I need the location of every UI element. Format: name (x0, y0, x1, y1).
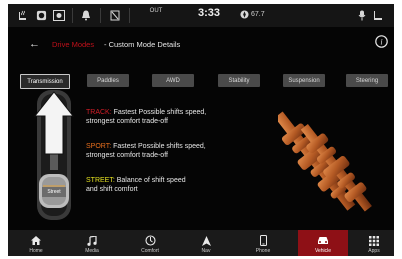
heated-seat-icon[interactable] (14, 8, 32, 23)
info-icon[interactable]: i (375, 35, 388, 53)
svg-text:i: i (380, 38, 382, 47)
shifter-graphic: Street (29, 90, 79, 230)
seatbelt-icon[interactable] (108, 8, 122, 23)
mode-desc-line2: and shift comfort (86, 186, 138, 193)
mode-desc-line2: strongest comfort trade-off (86, 152, 168, 159)
nav-label: Comfort (141, 248, 159, 254)
apps-grid-icon (369, 235, 379, 246)
nav-label: Vehicle (314, 248, 332, 254)
nav-label: Apps (368, 248, 380, 254)
mode-name-track: TRACK: (86, 109, 112, 116)
microphone-icon[interactable] (356, 8, 368, 23)
mode-desc-line2: strongest comfort trade-off (86, 118, 168, 125)
compass-readout: 67.7 (240, 10, 265, 19)
mode-desc-line1: Fastest Possible shifts speed, (113, 109, 207, 116)
tab-stability[interactable]: Stability (218, 74, 260, 87)
status-divider (129, 8, 130, 23)
nav-apps[interactable]: Apps (356, 230, 392, 256)
mode-name-sport: SPORT: (86, 143, 112, 150)
tab-steering[interactable]: Steering (346, 74, 388, 87)
status-divider (72, 8, 73, 23)
mode-description-sport: SPORT: Fastest Possible shifts speed, st… (86, 142, 206, 160)
back-arrow-icon[interactable]: ← (29, 38, 40, 50)
status-divider (100, 8, 101, 23)
phone-icon (259, 235, 267, 246)
tab-paddles[interactable]: Paddles (87, 74, 129, 87)
nav-nav[interactable]: Nav (181, 230, 231, 256)
page-title: - Custom Mode Details (104, 40, 180, 49)
music-note-icon (87, 235, 97, 246)
camera-icon[interactable] (51, 8, 67, 23)
nav-vehicle[interactable]: Vehicle (298, 230, 348, 256)
status-bar: OUT 3:33 67.7 (8, 4, 394, 27)
nav-media[interactable]: Media (67, 230, 117, 256)
clock: 3:33 (198, 7, 221, 19)
compass-value: 67.7 (251, 11, 265, 18)
vehicle-icon (317, 235, 329, 246)
notification-bell-icon[interactable] (78, 8, 94, 23)
vehicle-screen: OUT 3:33 67.7 ← Drive Modes - Custom Mod… (8, 4, 394, 256)
nav-home[interactable]: Home (11, 230, 61, 256)
nav-label: Home (29, 248, 43, 254)
tab-suspension[interactable]: Suspension (283, 74, 325, 87)
page-title-text: Custom Mode Details (108, 40, 181, 49)
nav-comfort[interactable]: Comfort (125, 230, 175, 256)
nav-label: Phone (255, 248, 271, 254)
tab-awd[interactable]: AWD (152, 74, 194, 87)
mode-description-street: STREET: Balance of shift speed and shift… (86, 176, 186, 194)
tab-transmission[interactable]: Transmission (20, 74, 70, 89)
compass-icon (240, 10, 249, 19)
mode-description-track: TRACK: Fastest Possible shifts speed, st… (86, 108, 206, 126)
shifter-selected-label: Street (47, 189, 61, 195)
nav-label: Media (85, 248, 99, 254)
mode-desc-line1: Fastest Possible shifts speed, (113, 143, 206, 150)
mode-name-street: STREET: (86, 177, 115, 184)
transmission-gears-illustration (274, 100, 378, 225)
bottom-nav-bar: Home Media Comfort Nav Phone Vehicle App… (8, 230, 394, 256)
home-icon (31, 235, 41, 246)
breadcrumb-parent[interactable]: Drive Modes (52, 40, 94, 49)
passenger-seat-icon[interactable] (371, 8, 385, 23)
mode-desc-line1: Balance of shift speed (116, 177, 186, 184)
outside-temp-label: OUT (149, 8, 163, 14)
nav-label: Nav (201, 248, 211, 254)
steering-heat-icon[interactable] (34, 8, 48, 23)
comfort-icon (144, 235, 156, 246)
navigation-arrow-icon (201, 235, 211, 246)
nav-phone[interactable]: Phone (238, 230, 288, 256)
